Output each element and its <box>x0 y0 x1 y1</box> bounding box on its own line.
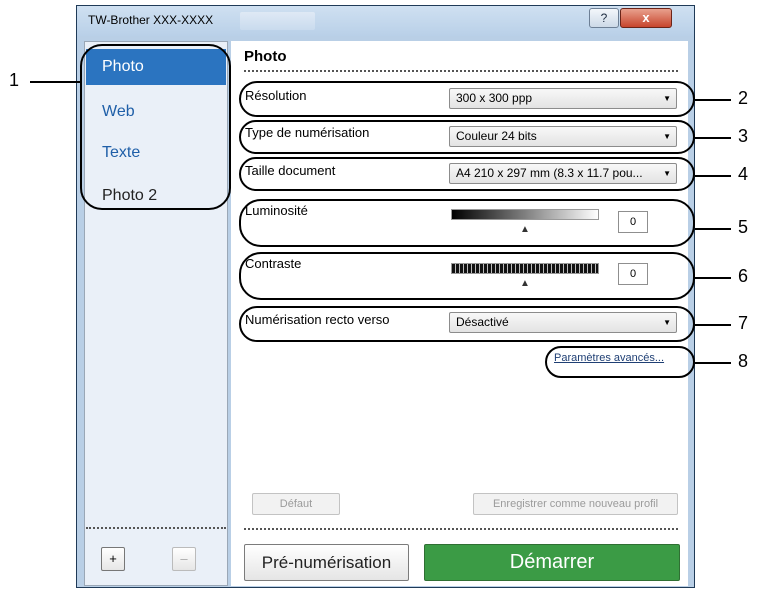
bottom-separator <box>244 528 678 530</box>
callout-outline-6 <box>239 252 695 300</box>
remove-profile-button[interactable]: – <box>172 547 196 571</box>
callout-leader-7 <box>695 324 731 326</box>
callout-leader-5 <box>695 228 731 230</box>
title-bar-blank-tab <box>240 12 315 30</box>
callout-number-7: 7 <box>737 313 748 333</box>
start-button[interactable]: Démarrer <box>424 544 680 581</box>
save-new-profile-button[interactable]: Enregistrer comme nouveau profil <box>473 493 678 515</box>
callout-outline-8 <box>545 346 695 378</box>
prescan-button[interactable]: Pré-numérisation <box>244 544 409 581</box>
callout-number-4: 4 <box>737 164 748 184</box>
callout-leader-4 <box>695 175 731 177</box>
callout-leader-3 <box>695 137 731 139</box>
callout-outline-2 <box>239 81 695 117</box>
callout-number-3: 3 <box>737 126 748 146</box>
section-title: Photo <box>244 48 287 65</box>
callout-outline-7 <box>239 306 695 342</box>
callout-number-8: 8 <box>737 351 748 371</box>
help-button[interactable]: ? <box>589 8 619 28</box>
callout-outline-5 <box>239 199 695 247</box>
window-title: TW-Brother XXX-XXXX <box>88 13 214 27</box>
callout-number-5: 5 <box>737 217 748 237</box>
callout-outline-3 <box>239 120 695 154</box>
callout-leader-8 <box>695 362 731 364</box>
callout-outline-4 <box>239 157 695 191</box>
default-button[interactable]: Défaut <box>252 493 340 515</box>
callout-number-1: 1 <box>8 70 19 90</box>
left-pane-separator <box>86 527 226 529</box>
callout-outline-1 <box>80 44 231 210</box>
callout-leader-2 <box>695 99 731 101</box>
callout-number-6: 6 <box>737 266 748 286</box>
callout-leader-1 <box>30 81 80 83</box>
close-button[interactable]: x <box>620 8 672 28</box>
callout-leader-6 <box>695 277 731 279</box>
add-profile-button[interactable]: + <box>101 547 125 571</box>
callout-number-2: 2 <box>737 88 748 108</box>
title-separator <box>244 70 678 72</box>
